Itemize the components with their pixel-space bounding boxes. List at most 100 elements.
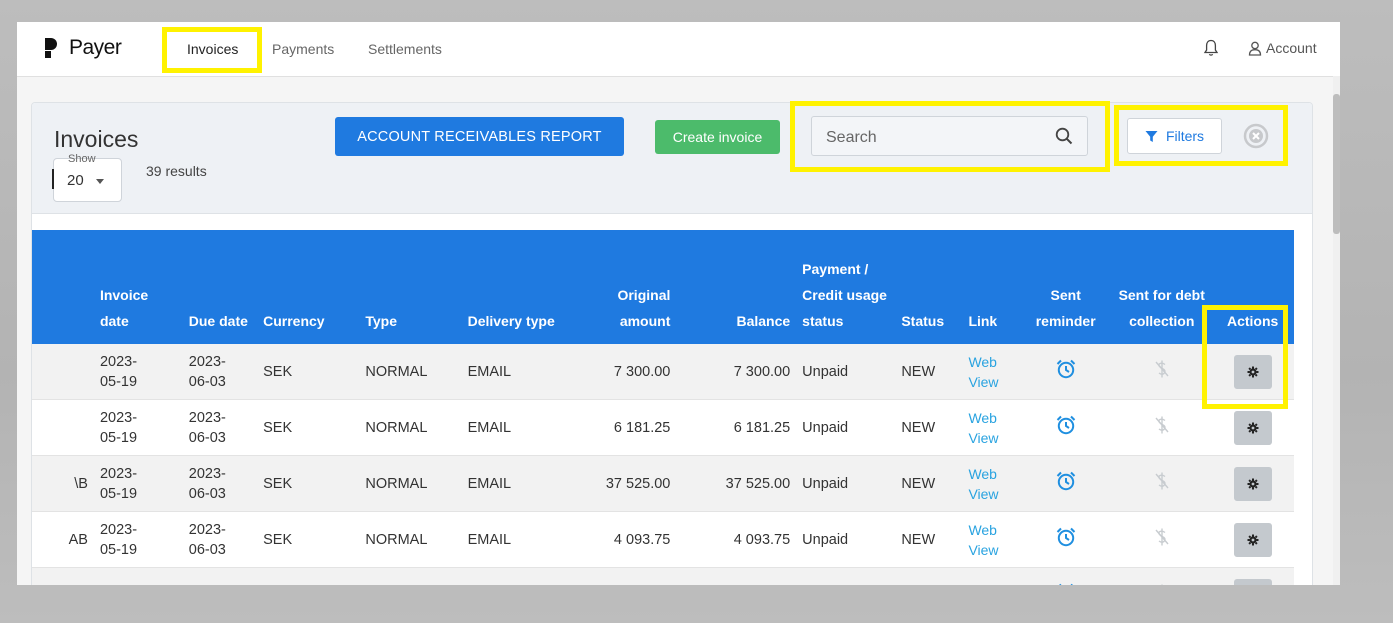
cell-delivery-type: EMAIL — [461, 344, 565, 400]
account-menu[interactable]: Account — [1248, 40, 1317, 56]
gear-icon — [1247, 366, 1259, 377]
alarm-clock-icon[interactable] — [1055, 526, 1077, 548]
cell-actions[interactable] — [1211, 399, 1294, 456]
column-header-status[interactable]: Status — [895, 230, 963, 344]
row-actions-button[interactable] — [1233, 410, 1272, 445]
cell-sent-reminder[interactable] — [1019, 567, 1113, 586]
row-actions-button[interactable] — [1233, 522, 1272, 557]
tab-invoices[interactable]: Invoices — [187, 41, 238, 57]
cell-name — [32, 344, 94, 400]
cell-name: \B — [32, 455, 94, 512]
scrollbar-thumb[interactable] — [1333, 94, 1340, 234]
search-input[interactable]: Search — [811, 116, 1088, 156]
no-dollar-icon — [1155, 528, 1169, 545]
alarm-clock-icon[interactable] — [1055, 358, 1077, 380]
column-header-invoice-date[interactable]: Invoice date — [93, 230, 183, 344]
table-row[interactable]: ne2023-2023-Web — [32, 567, 1294, 586]
cell-original-amount: 6 181.25 — [564, 399, 677, 456]
date-line: 06-03 — [188, 429, 226, 446]
filters-label: Filters — [1165, 128, 1205, 144]
date-line: 2023- — [99, 465, 138, 482]
date-line: 06-03 — [188, 373, 226, 390]
page-scrollbar[interactable] — [1333, 76, 1340, 585]
date-line: 2023- — [99, 353, 138, 370]
web-view-link[interactable]: Web View — [968, 520, 1013, 560]
cell-balance — [676, 567, 797, 585]
cell-name: ne — [32, 567, 94, 585]
invoices-card: Invoices Show 20 39 results ACCOUNT RECE… — [31, 102, 1313, 585]
cell-currency: SEK — [257, 511, 360, 568]
alarm-clock-icon[interactable] — [1055, 470, 1077, 492]
search-icon[interactable] — [1055, 127, 1073, 145]
cell-actions[interactable] — [1211, 567, 1294, 585]
tab-payments[interactable]: Payments — [272, 41, 334, 57]
invoices-header: Invoices Show 20 39 results ACCOUNT RECE… — [32, 103, 1312, 214]
account-receivables-report-button[interactable]: ACCOUNT RECEIVABLES REPORT — [335, 117, 624, 156]
cell-invoice-date: 2023- 05-19 — [93, 511, 183, 568]
page-size-select[interactable]: Show 20 — [52, 153, 122, 202]
cell-debt-collection — [1112, 455, 1212, 512]
date-line: 2023- — [188, 521, 226, 538]
cell-payment-status: Unpaid — [796, 399, 896, 456]
clear-filters-icon[interactable] — [1243, 123, 1269, 149]
web-view-link[interactable]: Web View — [968, 464, 1013, 504]
cell-link[interactable]: Web View — [962, 455, 1020, 512]
cell-sent-reminder[interactable] — [1019, 511, 1113, 568]
alarm-clock-icon[interactable] — [1055, 582, 1077, 586]
cell-balance: 7 300.00 — [676, 344, 797, 400]
table-row[interactable]: \B 2023- 05-19 2023- 06-03 SEK NORMAL EMAIL 37 5… — [32, 455, 1294, 512]
table-row[interactable]: AB 2023- 05-19 2023- 06-03 SEK NORMAL EMAIL 4 09… — [32, 511, 1294, 568]
row-actions-button[interactable] — [1233, 354, 1272, 389]
filters-button[interactable]: Filters — [1127, 118, 1222, 154]
cell-link[interactable]: Web View — [962, 511, 1020, 568]
account-label: Account — [1266, 40, 1317, 56]
web-view-link[interactable]: Web View — [968, 408, 1013, 448]
cell-actions[interactable] — [1211, 455, 1294, 512]
bell-icon[interactable] — [1203, 39, 1219, 57]
text-cursor — [52, 169, 54, 189]
row-actions-button[interactable] — [1233, 466, 1272, 501]
cell-link[interactable]: Web — [962, 567, 1020, 585]
cell-sent-reminder[interactable] — [1019, 455, 1113, 512]
page-size-label: Show — [68, 153, 96, 165]
cell-balance: 6 181.25 — [676, 399, 797, 456]
table-row[interactable]: 2023- 05-19 2023- 06-03 SEK NORMAL EMAIL 6 181.… — [32, 399, 1294, 456]
alarm-clock-icon[interactable] — [1055, 414, 1077, 436]
cell-delivery-type: EMAIL — [461, 399, 565, 456]
tab-settlements[interactable]: Settlements — [368, 41, 442, 57]
cell-payment-status: Unpaid — [796, 455, 896, 512]
cell-type: NORMAL — [359, 455, 462, 512]
cell-status: NEW — [895, 511, 963, 568]
cell-type: NORMAL — [359, 399, 462, 456]
cell-sent-reminder[interactable] — [1019, 399, 1113, 456]
page-size-value: 20 — [67, 172, 84, 189]
top-navbar: Payer Invoices Payments Settlements Acco… — [17, 22, 1340, 77]
column-header-original-amount[interactable]: Original amount — [564, 230, 677, 344]
column-header-balance[interactable]: Balance — [676, 230, 797, 344]
create-invoice-button[interactable]: Create invoice — [655, 120, 780, 154]
cell-sent-reminder[interactable] — [1019, 344, 1113, 400]
column-header-currency[interactable]: Currency — [257, 230, 360, 344]
cell-currency: SEK — [257, 399, 360, 456]
date-line: 2023- — [188, 409, 226, 426]
cell-actions[interactable] — [1211, 511, 1294, 568]
column-header-delivery-type[interactable]: Delivery type — [461, 230, 565, 344]
cell-type: NORMAL — [359, 344, 462, 400]
brand-logo[interactable]: Payer — [45, 36, 122, 60]
cell-link[interactable]: Web View — [962, 399, 1020, 456]
cell-actions[interactable] — [1211, 344, 1294, 400]
table-row[interactable]: 2023- 05-19 2023- 06-03 SEK NORMAL EMAIL 7 300.… — [32, 344, 1294, 400]
cell-status — [895, 567, 963, 585]
cell-link[interactable]: Web View — [962, 344, 1020, 400]
column-header-sent-reminder: Sent reminder — [1019, 230, 1113, 344]
web-view-link[interactable]: Web View — [968, 352, 1013, 392]
cell-type — [359, 567, 462, 585]
gear-icon — [1247, 534, 1259, 545]
row-actions-button[interactable] — [1233, 578, 1272, 585]
date-line: 2023- — [188, 465, 226, 482]
column-header-due-date[interactable]: Due date — [182, 230, 258, 344]
column-header-type[interactable]: Type — [359, 230, 462, 344]
column-header-payment-status[interactable]: Payment / Credit usage status — [796, 230, 896, 344]
date-line: 06-03 — [188, 485, 226, 502]
filter-icon — [1145, 130, 1158, 142]
